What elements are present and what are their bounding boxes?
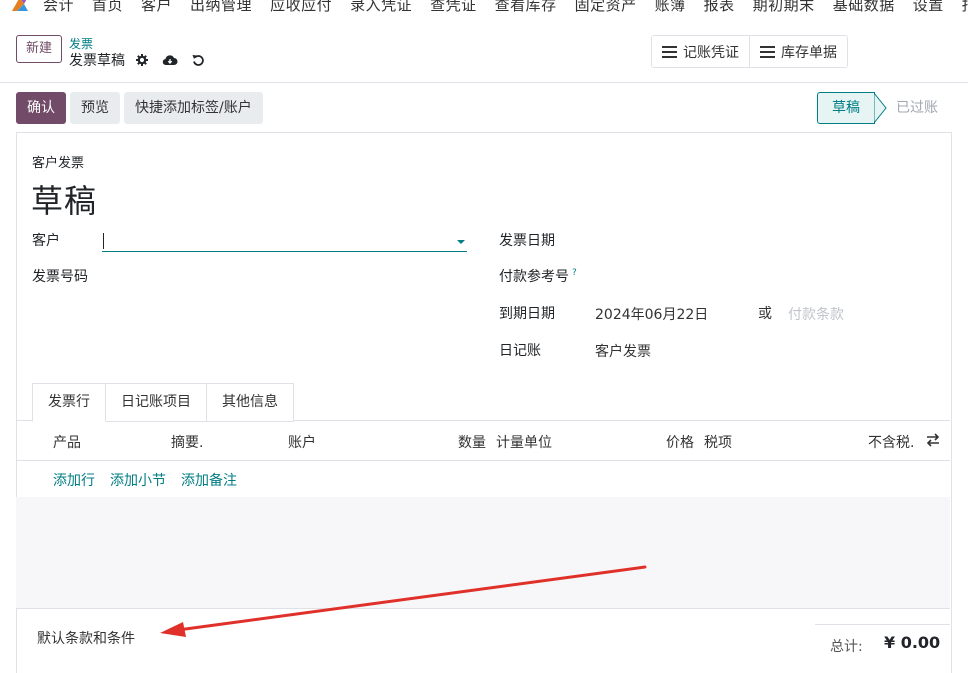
add-note-link[interactable]: 添加备注 bbox=[181, 470, 237, 490]
nav-item[interactable]: 固定资产 bbox=[575, 0, 637, 15]
nav-app-name[interactable]: 会计 bbox=[43, 0, 74, 15]
nav-item[interactable]: 查凭证 bbox=[430, 0, 477, 15]
preview-button[interactable]: 预览 bbox=[70, 92, 120, 124]
nav-item[interactable]: 基础数据 bbox=[833, 0, 895, 15]
list-icon bbox=[662, 45, 677, 58]
col-subtotal[interactable]: 不含税. bbox=[868, 432, 914, 452]
nav-item[interactable]: 报表 bbox=[704, 0, 735, 15]
empty-row bbox=[16, 571, 950, 609]
help-tooltip-icon[interactable]: ? bbox=[572, 268, 577, 278]
quick-add-button[interactable]: 快捷添加标签/账户 bbox=[124, 92, 263, 124]
status-draft[interactable]: 草稿 bbox=[817, 92, 875, 124]
dropdown-caret-icon[interactable] bbox=[457, 240, 465, 244]
payment-terms-field[interactable]: 付款条款 bbox=[788, 304, 844, 324]
column-settings-icon[interactable] bbox=[926, 433, 940, 447]
invoice-number-label: 发票号码 bbox=[32, 269, 88, 285]
empty-row bbox=[16, 534, 950, 572]
nav-item[interactable]: 应收应付 bbox=[270, 0, 332, 15]
empty-row bbox=[16, 497, 950, 535]
nav-item[interactable]: 出纳管理 bbox=[190, 0, 252, 15]
nav-item[interactable]: 首页 bbox=[92, 0, 123, 15]
terms-conditions-field[interactable]: 默认条款和条件 bbox=[37, 628, 135, 648]
status-posted[interactable]: 已过账 bbox=[888, 93, 952, 123]
top-menu-bar: 会计 首页 客户 出纳管理 应收应付 录入凭证 查凭证 查看库存 固定资产 账簿 报表 期初期末 基础… bbox=[0, 0, 968, 17]
move-type-label: 客户发票 bbox=[32, 156, 85, 171]
add-line-controls: 添加行 添加小节 添加备注 bbox=[53, 470, 237, 490]
nav-item[interactable]: 录入凭证 bbox=[350, 0, 412, 15]
smart-buttons: 记账凭证 库存单据 bbox=[651, 35, 848, 68]
new-button[interactable]: 新建 bbox=[16, 35, 63, 63]
journal-entries-button[interactable]: 记账凭证 bbox=[652, 36, 749, 67]
list-icon bbox=[760, 45, 775, 58]
customer-input[interactable] bbox=[102, 231, 467, 252]
journal-label: 日记账 bbox=[499, 343, 541, 359]
col-taxes[interactable]: 税项 bbox=[704, 432, 732, 452]
cloud-save-icon[interactable] bbox=[162, 54, 178, 66]
discard-undo-icon[interactable] bbox=[192, 54, 204, 66]
text-caret bbox=[103, 233, 104, 249]
nav-item[interactable]: 报告 bbox=[962, 0, 968, 15]
journal-field[interactable]: 客户发票 bbox=[595, 341, 651, 361]
page-title: 草稿 bbox=[31, 182, 98, 220]
app-logo-icon[interactable] bbox=[10, 0, 30, 13]
nav-item[interactable]: 账簿 bbox=[655, 0, 686, 15]
col-quantity[interactable]: 数量 bbox=[458, 432, 486, 452]
notebook-tabs: 发票行 日记账项目 其他信息 bbox=[32, 383, 294, 422]
due-date-field[interactable]: 2024年06月22日 bbox=[595, 304, 708, 324]
total-value: ¥ 0.00 bbox=[884, 633, 941, 652]
col-label[interactable]: 摘要. bbox=[171, 432, 203, 452]
breadcrumb-current: 发票草稿 bbox=[69, 50, 204, 70]
breadcrumb-current-label: 发票草稿 bbox=[69, 53, 125, 69]
control-panel: 新建 发票 发票草稿 记账凭证 库存单据 bbox=[0, 26, 968, 83]
invoice-lines-header: 产品 摘要. 账户 数量 计量单位 价格 税项 不含税. bbox=[16, 421, 950, 461]
col-account[interactable]: 账户 bbox=[288, 432, 316, 452]
tab-invoice-lines[interactable]: 发票行 bbox=[32, 383, 106, 422]
col-uom[interactable]: 计量单位 bbox=[496, 432, 552, 452]
add-section-link[interactable]: 添加小节 bbox=[110, 470, 166, 490]
col-product[interactable]: 产品 bbox=[53, 432, 81, 452]
nav-item[interactable]: 查看库存 bbox=[495, 0, 557, 15]
nav-item[interactable]: 客户 bbox=[141, 0, 172, 15]
col-price[interactable]: 价格 bbox=[666, 432, 694, 452]
gear-icon[interactable] bbox=[136, 54, 148, 66]
customer-label: 客户 bbox=[32, 233, 60, 249]
nav-item[interactable]: 期初期末 bbox=[753, 0, 815, 15]
confirm-button[interactable]: 确认 bbox=[16, 92, 66, 124]
stock-pickings-button[interactable]: 库存单据 bbox=[749, 36, 847, 67]
action-bar: 确认 预览 快捷添加标签/账户 bbox=[16, 92, 263, 124]
status-chevron-icon bbox=[874, 92, 887, 124]
status-bar: 草稿 已过账 bbox=[817, 92, 952, 124]
nav-item[interactable]: 设置 bbox=[913, 0, 944, 15]
tab-journal-items[interactable]: 日记账项目 bbox=[106, 383, 207, 422]
invoice-date-label: 发票日期 bbox=[499, 233, 555, 249]
or-label: 或 bbox=[758, 306, 772, 322]
tab-other-info[interactable]: 其他信息 bbox=[207, 383, 294, 422]
add-line-link[interactable]: 添加行 bbox=[53, 470, 95, 490]
due-date-label: 到期日期 bbox=[499, 306, 555, 322]
total-label: 总计: bbox=[830, 639, 863, 655]
payment-reference-label: 付款参考号? bbox=[499, 268, 577, 285]
